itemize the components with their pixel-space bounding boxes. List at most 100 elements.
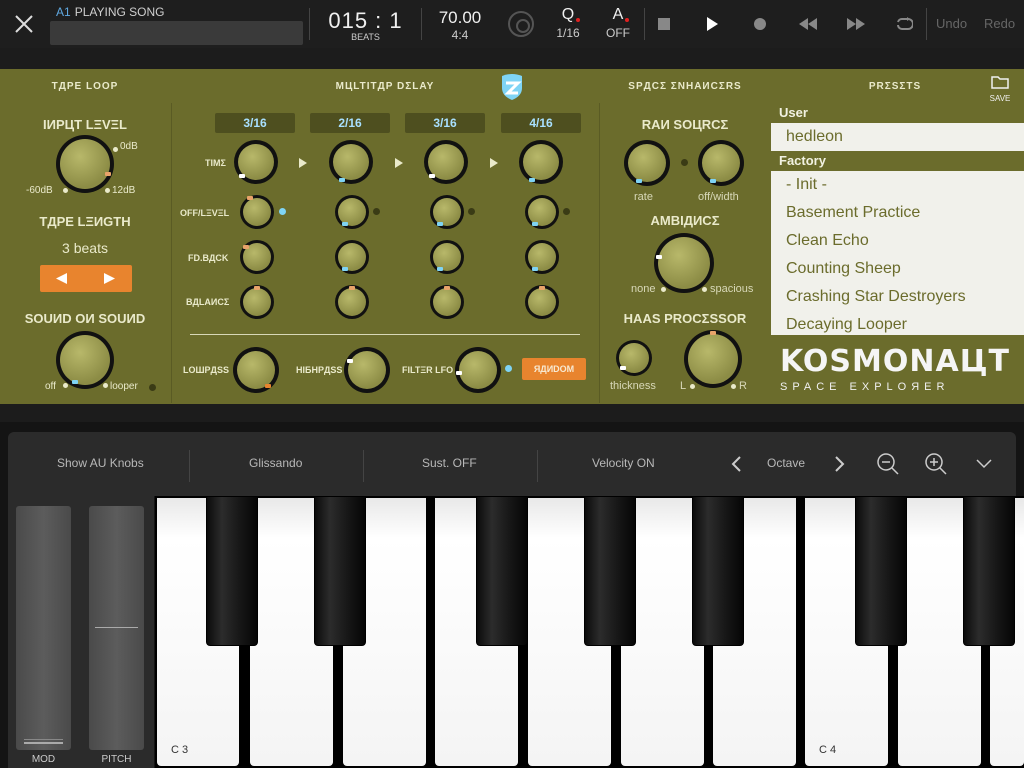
filter-lfo-indicator[interactable] <box>505 365 512 372</box>
black-key[interactable] <box>206 496 258 646</box>
haas-balance-knob[interactable] <box>684 330 742 388</box>
tap1-feedback-knob[interactable] <box>240 240 274 274</box>
rain-rate-knob[interactable] <box>624 140 670 186</box>
black-key[interactable] <box>692 496 744 646</box>
tap4-level-knob[interactable] <box>525 195 559 229</box>
sos-max-label: looper <box>110 381 138 392</box>
tap3-time-knob[interactable] <box>424 140 468 184</box>
tap1-division[interactable]: 3/16 <box>215 113 295 133</box>
preset-item[interactable]: Clean Echo <box>771 227 1024 255</box>
section-title-presets: PRΣSΣTS <box>868 81 922 92</box>
black-key[interactable] <box>476 496 528 646</box>
black-key[interactable] <box>584 496 636 646</box>
position-display[interactable]: 015 : 1 BEATS <box>318 8 413 42</box>
highpass-knob[interactable] <box>344 347 390 393</box>
tap4-balance-knob[interactable] <box>525 285 559 319</box>
rewind-button[interactable] <box>796 12 820 36</box>
tap4-division[interactable]: 4/16 <box>501 113 581 133</box>
rate-label: rate <box>634 191 653 203</box>
tap4-feedback-knob[interactable] <box>525 240 559 274</box>
tap1-balance-knob[interactable] <box>240 285 274 319</box>
pitch-wheel[interactable] <box>89 506 144 750</box>
random-button[interactable]: ЯДИDOM <box>522 358 586 380</box>
song-selector[interactable]: A1 PLAYING SONG <box>50 2 303 45</box>
lowpass-knob[interactable] <box>233 347 279 393</box>
tap2-level-knob[interactable] <box>335 195 369 229</box>
quantize-button[interactable]: Q 1/16 <box>550 6 586 40</box>
octave-down-button[interactable] <box>724 452 748 476</box>
stop-button[interactable] <box>652 12 676 36</box>
filter-lfo-knob[interactable] <box>455 347 501 393</box>
tap4-active-indicator[interactable] <box>563 208 570 215</box>
black-key[interactable] <box>314 496 366 646</box>
tap2-feedback-knob[interactable] <box>335 240 369 274</box>
tap2-active-indicator[interactable] <box>373 208 380 215</box>
rain-source-indicator[interactable] <box>681 159 688 166</box>
play-icon <box>707 17 718 31</box>
tap1-time-knob[interactable] <box>234 140 278 184</box>
track-id: A1 <box>56 5 71 19</box>
show-au-knobs-button[interactable]: Show AU Knobs <box>57 456 144 470</box>
glissando-button[interactable]: Glissando <box>249 456 302 470</box>
black-key[interactable] <box>855 496 907 646</box>
mod-wheel-marker <box>24 739 63 740</box>
play-button[interactable] <box>700 12 724 36</box>
record-button[interactable] <box>748 12 772 36</box>
stop-icon <box>658 18 670 30</box>
input-level-knob[interactable] <box>56 135 114 193</box>
preset-item[interactable]: Basement Practice <box>771 199 1024 227</box>
velocity-button[interactable]: Velocity ON <box>592 456 655 470</box>
preset-item[interactable]: Crashing Star Destroyers <box>771 283 1024 311</box>
loop-button[interactable] <box>892 12 916 36</box>
tap4-time-knob[interactable] <box>519 140 563 184</box>
undo-button[interactable]: Undo <box>936 16 967 31</box>
tap3-balance-knob[interactable] <box>430 285 464 319</box>
chevron-left-icon <box>731 456 741 472</box>
tape-length-stepper[interactable] <box>40 265 132 292</box>
haas-thickness-knob[interactable] <box>616 340 652 376</box>
tempo-display[interactable]: 70.00 4:4 <box>430 8 490 42</box>
ambience-knob[interactable] <box>654 233 714 293</box>
collapse-keyboard-button[interactable] <box>972 452 996 476</box>
tap2-balance-knob[interactable] <box>335 285 369 319</box>
preset-item[interactable]: - Init - <box>771 171 1024 199</box>
mod-wheel[interactable] <box>16 506 71 750</box>
arrow-left-icon[interactable] <box>56 273 68 284</box>
tap3-division[interactable]: 3/16 <box>405 113 485 133</box>
tap1-active-indicator[interactable] <box>279 208 286 215</box>
fast-forward-button[interactable] <box>844 12 868 36</box>
tap2-time-knob[interactable] <box>329 140 373 184</box>
song-progress-field <box>50 21 303 45</box>
zoom-out-button[interactable] <box>876 452 900 476</box>
app-root: A1 PLAYING SONG 015 : 1 BEATS 70.00 4:4 Q… <box>0 0 1024 768</box>
zoom-in-button[interactable] <box>924 452 948 476</box>
tap3-level-knob[interactable] <box>430 195 464 229</box>
folder-icon <box>991 76 1009 89</box>
redo-button[interactable]: Redo <box>984 16 1015 31</box>
preset-item[interactable]: Counting Sheep <box>771 255 1024 283</box>
off-width-label: off/width <box>698 191 739 203</box>
tap2-division[interactable]: 2/16 <box>310 113 390 133</box>
filter-lfo-label: FILTΞR LFO <box>402 365 454 375</box>
octave-up-button[interactable] <box>828 452 852 476</box>
time-signature: 4:4 <box>451 28 469 42</box>
tap3-active-indicator[interactable] <box>468 208 475 215</box>
tap3-feedback-knob[interactable] <box>430 240 464 274</box>
chevron-down-icon <box>976 459 992 469</box>
automation-value: OFF <box>606 26 630 40</box>
automation-button[interactable]: A OFF <box>600 6 636 40</box>
rain-width-knob[interactable] <box>698 140 744 186</box>
preset-list[interactable]: User hedleon Factory - Init - Basement P… <box>771 103 1024 335</box>
tap1-level-knob[interactable] <box>240 195 274 229</box>
position-value: 015 : 1 <box>328 8 403 33</box>
preset-item[interactable]: Decaying Looper <box>771 311 1024 335</box>
save-preset-button[interactable]: SAVE <box>985 75 1015 103</box>
black-key[interactable] <box>963 496 1015 646</box>
key-label-c4: C 4 <box>819 744 837 756</box>
preset-item[interactable]: hedleon <box>771 123 1024 151</box>
metronome-icon[interactable] <box>508 11 534 37</box>
close-button[interactable] <box>0 0 48 48</box>
sound-on-sound-knob[interactable] <box>56 331 114 389</box>
sustain-button[interactable]: Sust. OFF <box>422 456 477 470</box>
arrow-right-icon[interactable] <box>104 273 116 284</box>
